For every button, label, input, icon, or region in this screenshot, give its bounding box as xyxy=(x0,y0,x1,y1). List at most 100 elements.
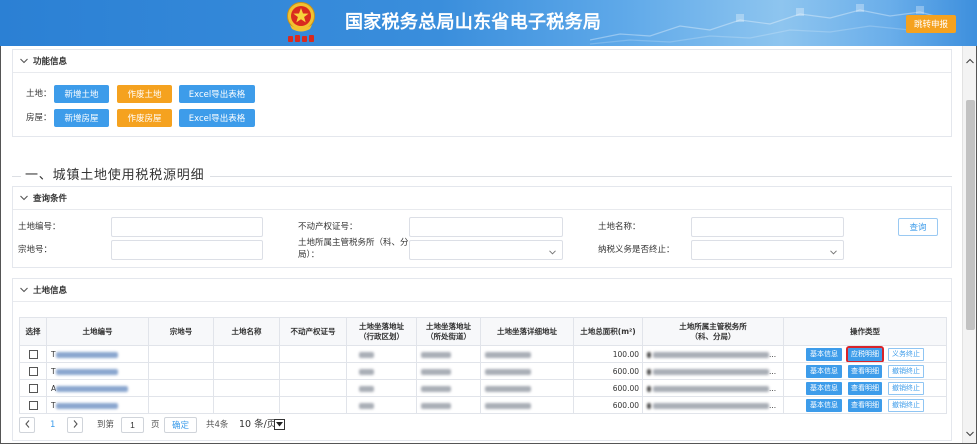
addr-detail-cell xyxy=(480,379,574,397)
redacted-text xyxy=(421,351,451,358)
row-checkbox[interactable] xyxy=(28,401,38,410)
row-actions: 基本信息 查看明细 撤销终止 xyxy=(787,398,943,412)
column-header-addr-detail: 土地坐落详细地址 xyxy=(480,317,574,346)
chevron-down-icon[interactable] xyxy=(274,419,285,430)
row-checkbox[interactable] xyxy=(28,367,38,376)
detail-heading: 一、城镇土地使用税税源明细 xyxy=(25,168,205,183)
chevron-up-icon[interactable] xyxy=(966,57,974,67)
void-land-button[interactable]: 作废土地 xyxy=(117,85,172,103)
redacted-text xyxy=(653,368,769,375)
terminate-obligation-button[interactable]: 义务终止 xyxy=(888,347,924,361)
taxable-detail-button[interactable]: 应税明细 xyxy=(846,346,884,362)
basic-info-button[interactable]: 基本信息 xyxy=(806,364,842,378)
export-land-excel-button[interactable]: Excel导出表格 xyxy=(179,85,255,103)
land-name-label: 土地名称： xyxy=(598,222,641,232)
column-header-line: （行政区划） xyxy=(359,331,404,341)
redacted-text xyxy=(56,385,129,392)
page-size-select[interactable]: 10 条/页 xyxy=(239,417,276,433)
basic-info-button[interactable]: 基本信息 xyxy=(806,381,842,395)
land-no-cell: A xyxy=(46,379,149,397)
column-header-line: 土地所属主管税务所 xyxy=(679,321,747,331)
column-header-line: （科、分局） xyxy=(690,331,736,341)
actions-cell: 基本信息 查看明细 撤销终止 xyxy=(783,379,947,397)
overflow-ellipsis: ... xyxy=(769,366,777,376)
column-header-land-name: 土地名称 xyxy=(213,317,280,346)
revoke-termination-button[interactable]: 撤销终止 xyxy=(888,398,924,412)
land-info-section: 土地信息 选择 土地编号 宗地号 土地名称 不动产权证号 土地坐落地址 （行政区… xyxy=(12,278,952,441)
actions-cell: 基本信息 查看明细 撤销终止 xyxy=(783,396,947,414)
void-house-button[interactable]: 作废房屋 xyxy=(117,109,172,127)
view-detail-button[interactable]: 查看明细 xyxy=(848,364,882,378)
chevron-down-icon[interactable] xyxy=(966,430,974,440)
add-land-button[interactable]: 新增土地 xyxy=(54,85,109,103)
view-detail-button[interactable]: 查看明细 xyxy=(848,398,882,412)
column-header-line: 土地坐落地址 xyxy=(426,321,471,331)
chevron-down-icon xyxy=(20,195,28,201)
area-cell: 100.00 xyxy=(573,345,643,363)
page-size-value: 10 条/页 xyxy=(239,419,277,430)
scrollbar-thumb[interactable] xyxy=(966,100,975,330)
basic-info-button[interactable]: 基本信息 xyxy=(806,398,842,412)
land-name-input[interactable] xyxy=(691,217,844,237)
goto-confirm-button[interactable]: 确定 xyxy=(164,417,197,433)
query-section: 查询条件 土地编号： 不动产权证号： 土地名称： 查询 宗地号： 土地所属主管税… xyxy=(12,186,952,268)
query-section-title: 查询条件 xyxy=(33,194,68,204)
row-checkbox[interactable] xyxy=(28,384,38,393)
house-label: 房屋： xyxy=(26,113,52,123)
column-header-actions: 操作类型 xyxy=(783,317,947,346)
redacted-text xyxy=(647,402,651,409)
terminated-select[interactable] xyxy=(691,240,844,260)
basic-info-button[interactable]: 基本信息 xyxy=(806,347,842,361)
area-cell: 600.00 xyxy=(573,379,643,397)
export-house-excel-button[interactable]: Excel导出表格 xyxy=(179,109,255,127)
land-no-cell: T xyxy=(46,362,149,380)
page-prev-button[interactable] xyxy=(19,417,35,433)
land-no-prefix: T xyxy=(51,366,56,376)
tax-office-cell: ... xyxy=(642,396,784,414)
redacted-text xyxy=(55,402,118,409)
land-no-cell: T xyxy=(46,396,149,414)
cert-no-input[interactable] xyxy=(409,217,563,237)
current-page[interactable]: 1 xyxy=(50,417,55,433)
function-section-header[interactable]: 功能信息 xyxy=(13,50,951,73)
redacted-text xyxy=(359,368,374,375)
redacted-text xyxy=(359,351,374,358)
query-section-header[interactable]: 查询条件 xyxy=(13,187,951,210)
column-header-area: 土地总面积(m²) xyxy=(573,317,643,346)
land-no-prefix: T xyxy=(51,349,56,359)
cert-no-label: 不动产权证号： xyxy=(298,222,358,232)
page-next-button[interactable] xyxy=(67,417,83,433)
cert-no-cell xyxy=(279,379,347,397)
land-no-prefix: T xyxy=(51,400,56,410)
goto-page-input[interactable] xyxy=(121,417,144,433)
tax-office-select[interactable] xyxy=(409,240,563,260)
cert-no-cell xyxy=(279,345,347,363)
overflow-ellipsis: ... xyxy=(769,400,777,410)
vertical-scrollbar[interactable] xyxy=(962,46,977,444)
row-checkbox[interactable] xyxy=(28,350,38,359)
add-house-button[interactable]: 新增房屋 xyxy=(54,109,109,127)
overflow-ellipsis: ... xyxy=(769,383,777,393)
addr-street-cell xyxy=(416,345,481,363)
function-section-title: 功能信息 xyxy=(33,57,68,67)
chevron-down-icon xyxy=(20,58,28,64)
land-no-input[interactable] xyxy=(111,217,263,237)
site-header: 国家税务总局山东省电子税务局 跳转申报 xyxy=(0,0,977,46)
land-no-cell: T xyxy=(46,345,149,363)
total-count: 共4条 xyxy=(206,420,229,430)
terminated-label: 纳税义务是否终止： xyxy=(598,245,675,255)
chevron-down-icon xyxy=(20,287,28,293)
land-info-section-header[interactable]: 土地信息 xyxy=(13,279,951,302)
land-name-cell xyxy=(213,396,280,414)
redacted-text xyxy=(647,368,651,375)
revoke-termination-button[interactable]: 撤销终止 xyxy=(888,381,924,395)
redacted-text xyxy=(421,368,451,375)
revoke-termination-button[interactable]: 撤销终止 xyxy=(888,364,924,378)
select-cell xyxy=(19,345,47,363)
view-detail-button[interactable]: 查看明细 xyxy=(848,381,882,395)
jump-declare-button[interactable]: 跳转申报 xyxy=(906,15,956,33)
parcel-no-input[interactable] xyxy=(111,240,263,260)
search-button[interactable]: 查询 xyxy=(898,218,938,236)
table-row: T 600.00 ... 基本信息 查看明细 撤销终止 xyxy=(19,362,947,380)
column-header-addr-street: 土地坐落地址 （所处街道） xyxy=(416,317,481,346)
